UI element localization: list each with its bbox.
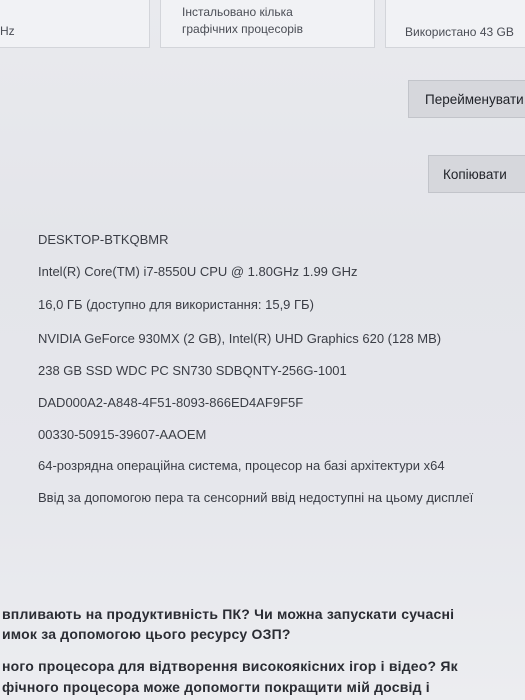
spec-device-id[interactable]: DAD000A2-A848-4F51-8093-866ED4AF9F5F [38, 395, 303, 410]
rename-pc-button[interactable]: Перейменувати [408, 80, 525, 118]
question-line-3: ного процесора для відтворення високоякі… [2, 658, 458, 674]
spec-processor[interactable]: Intel(R) Core(TM) i7-8550U CPU @ 1.80GHz… [38, 264, 358, 279]
spec-system-type[interactable]: 64-розрядна операційна система, процесор… [38, 458, 445, 473]
card-multiple-gpus-line2: графічних процесорів [182, 22, 303, 36]
spec-device-name[interactable]: DESKTOP-BTKQBMR [38, 232, 169, 247]
spec-graphics[interactable]: NVIDIA GeForce 930MX (2 GB), Intel(R) UH… [38, 331, 441, 346]
card-display-refresh[interactable] [0, 0, 150, 48]
card-storage-used-text: Використано 43 GB [405, 25, 514, 39]
card-multiple-gpus-line1: Інстальовано кілька [182, 5, 293, 19]
spec-product-id[interactable]: 00330-50915-39607-AAOEM [38, 427, 206, 442]
question-line-2: имок за допомогою цього ресурсу ОЗП? [2, 626, 291, 642]
question-line-4: фічного процесора може допомогти покращи… [2, 679, 430, 695]
question-line-1: впливають на продуктивність ПК? Чи можна… [2, 606, 455, 622]
spec-storage[interactable]: 238 GB SSD WDC PC SN730 SDBQNTY-256G-100… [38, 363, 347, 378]
copy-specs-button[interactable]: Копіювати [428, 155, 525, 193]
top-cards-strip: Hz Інстальовано кілька графічних процесо… [0, 0, 525, 50]
spec-pen-touch[interactable]: Ввід за допомогою пера та сенсорний ввід… [38, 489, 525, 507]
card-fragment-text: Hz [0, 24, 15, 38]
spec-ram[interactable]: 16,0 ГБ (доступно для використання: 15,9… [38, 297, 314, 312]
